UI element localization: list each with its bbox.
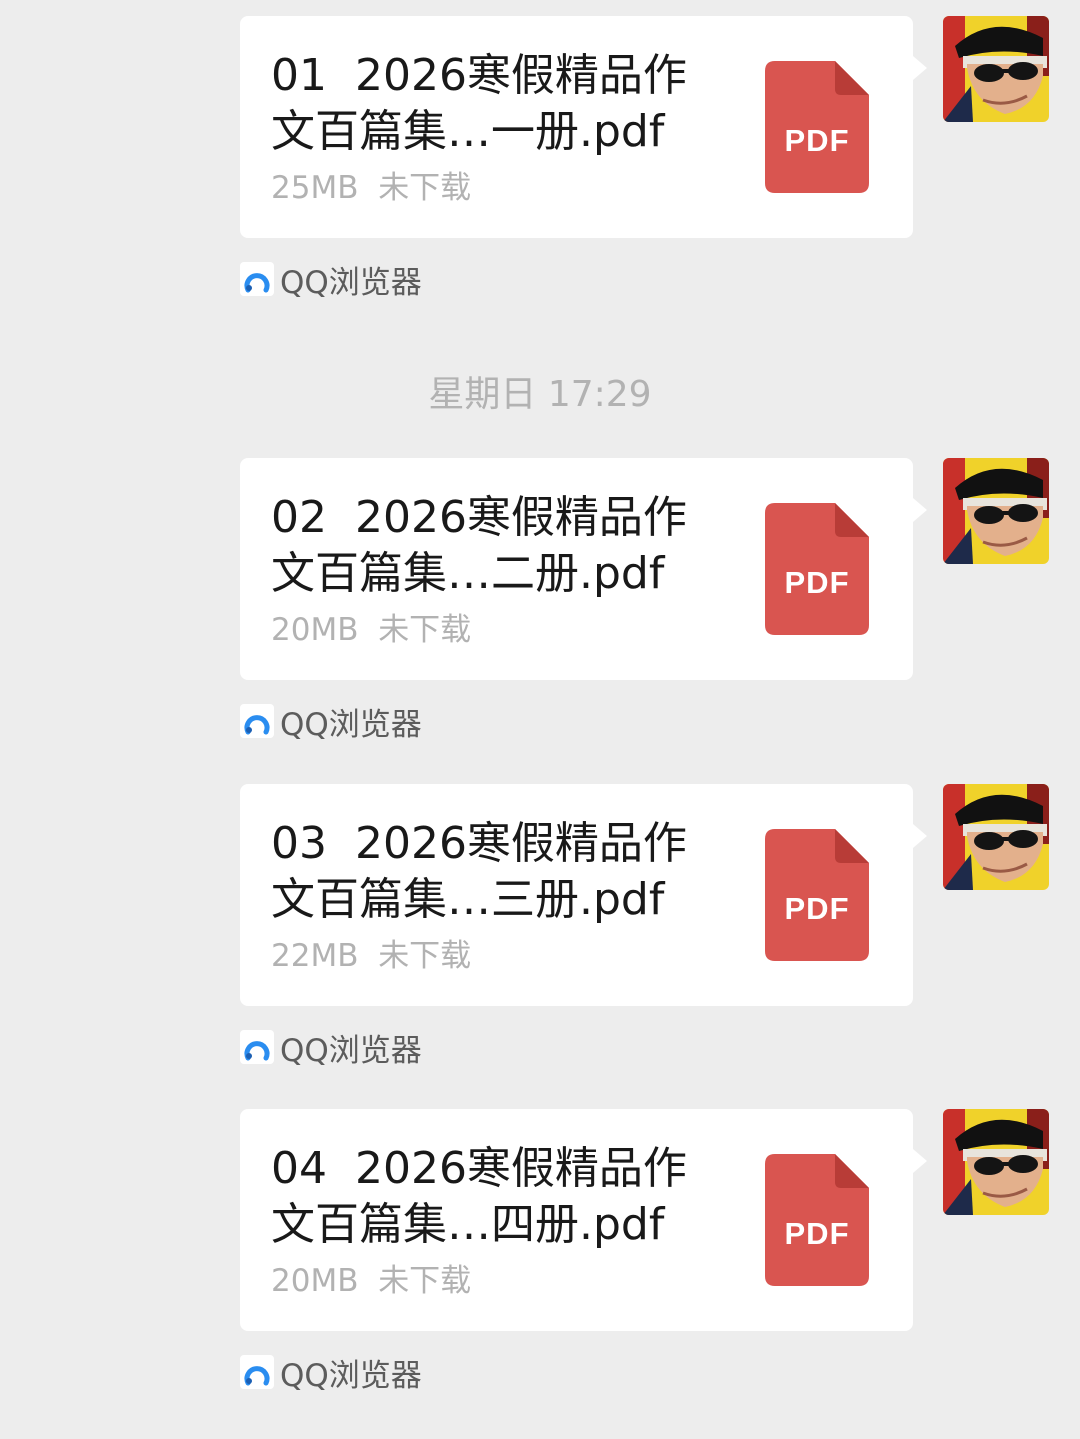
file-name: 03 2026寒假精品作 文百篇集…三册.pdf bbox=[271, 816, 741, 928]
file-type-label: PDF bbox=[784, 891, 850, 926]
download-status: 未下载 bbox=[378, 612, 472, 648]
file-size: 22MB bbox=[271, 938, 359, 974]
file-size: 25MB bbox=[271, 170, 359, 206]
qq-browser-icon bbox=[240, 262, 274, 296]
bubble-tail bbox=[913, 1149, 927, 1173]
file-card[interactable]: 02 2026寒假精品作 文百篇集…二册.pdf 20MB 未下载 PDF bbox=[240, 458, 913, 680]
file-name: 01 2026寒假精品作 文百篇集…一册.pdf bbox=[271, 48, 741, 160]
file-name-line2: 文百篇集…二册.pdf bbox=[271, 548, 665, 599]
pdf-file-icon: PDF bbox=[765, 1154, 869, 1286]
file-meta: 20MB 未下载 bbox=[271, 1261, 471, 1301]
source-app-label: QQ浏览器 bbox=[280, 1357, 422, 1394]
source-app[interactable]: QQ浏览器 bbox=[240, 1028, 422, 1069]
file-meta: 25MB 未下载 bbox=[271, 168, 471, 208]
file-name-line2: 文百篇集…四册.pdf bbox=[271, 1199, 665, 1250]
source-app[interactable]: QQ浏览器 bbox=[240, 702, 422, 743]
bubble-tail bbox=[913, 56, 927, 80]
file-card[interactable]: 03 2026寒假精品作 文百篇集…三册.pdf 22MB 未下载 PDF bbox=[240, 784, 913, 1006]
download-status: 未下载 bbox=[378, 170, 472, 206]
source-app-label: QQ浏览器 bbox=[280, 264, 422, 301]
source-app[interactable]: QQ浏览器 bbox=[240, 260, 422, 301]
file-name: 04 2026寒假精品作 文百篇集…四册.pdf bbox=[271, 1141, 741, 1253]
file-name-line1: 03 2026寒假精品作 bbox=[271, 818, 687, 869]
file-name-line1: 02 2026寒假精品作 bbox=[271, 492, 687, 543]
user-avatar[interactable] bbox=[943, 458, 1049, 564]
pdf-file-icon: PDF bbox=[765, 503, 869, 635]
pdf-file-icon: PDF bbox=[765, 61, 869, 193]
file-message: 01 2026寒假精品作 文百篇集…一册.pdf 25MB 未下载 PDF QQ… bbox=[0, 16, 1080, 346]
file-type-label: PDF bbox=[784, 565, 850, 600]
user-avatar[interactable] bbox=[943, 1109, 1049, 1215]
file-name: 02 2026寒假精品作 文百篇集…二册.pdf bbox=[271, 490, 741, 602]
file-card[interactable]: 04 2026寒假精品作 文百篇集…四册.pdf 20MB 未下载 PDF bbox=[240, 1109, 913, 1331]
file-meta: 22MB 未下载 bbox=[271, 936, 471, 976]
file-name-line1: 01 2026寒假精品作 bbox=[271, 50, 687, 101]
file-name-line2: 文百篇集…一册.pdf bbox=[271, 106, 665, 157]
file-card[interactable]: 01 2026寒假精品作 文百篇集…一册.pdf 25MB 未下载 PDF bbox=[240, 16, 913, 238]
bubble-tail bbox=[913, 824, 927, 848]
user-avatar[interactable] bbox=[943, 16, 1049, 122]
user-avatar[interactable] bbox=[943, 784, 1049, 890]
file-message: 04 2026寒假精品作 文百篇集…四册.pdf 20MB 未下载 PDF QQ… bbox=[0, 1109, 1080, 1439]
file-message: 03 2026寒假精品作 文百篇集…三册.pdf 22MB 未下载 PDF QQ… bbox=[0, 784, 1080, 1114]
file-size: 20MB bbox=[271, 1263, 359, 1299]
qq-browser-icon bbox=[240, 1030, 274, 1064]
qq-browser-icon bbox=[240, 1355, 274, 1389]
file-type-label: PDF bbox=[784, 1216, 850, 1251]
source-app[interactable]: QQ浏览器 bbox=[240, 1353, 422, 1394]
download-status: 未下载 bbox=[378, 1263, 472, 1299]
download-status: 未下载 bbox=[378, 938, 472, 974]
source-app-label: QQ浏览器 bbox=[280, 706, 422, 743]
file-name-line2: 文百篇集…三册.pdf bbox=[271, 874, 665, 925]
source-app-label: QQ浏览器 bbox=[280, 1032, 422, 1069]
message-timestamp: 星期日 17:29 bbox=[428, 374, 652, 415]
file-meta: 20MB 未下载 bbox=[271, 610, 471, 650]
pdf-file-icon: PDF bbox=[765, 829, 869, 961]
qq-browser-icon bbox=[240, 704, 274, 738]
file-message: 02 2026寒假精品作 文百篇集…二册.pdf 20MB 未下载 PDF QQ… bbox=[0, 458, 1080, 788]
file-size: 20MB bbox=[271, 612, 359, 648]
file-name-line1: 04 2026寒假精品作 bbox=[271, 1143, 687, 1194]
bubble-tail bbox=[913, 498, 927, 522]
file-type-label: PDF bbox=[784, 123, 850, 158]
